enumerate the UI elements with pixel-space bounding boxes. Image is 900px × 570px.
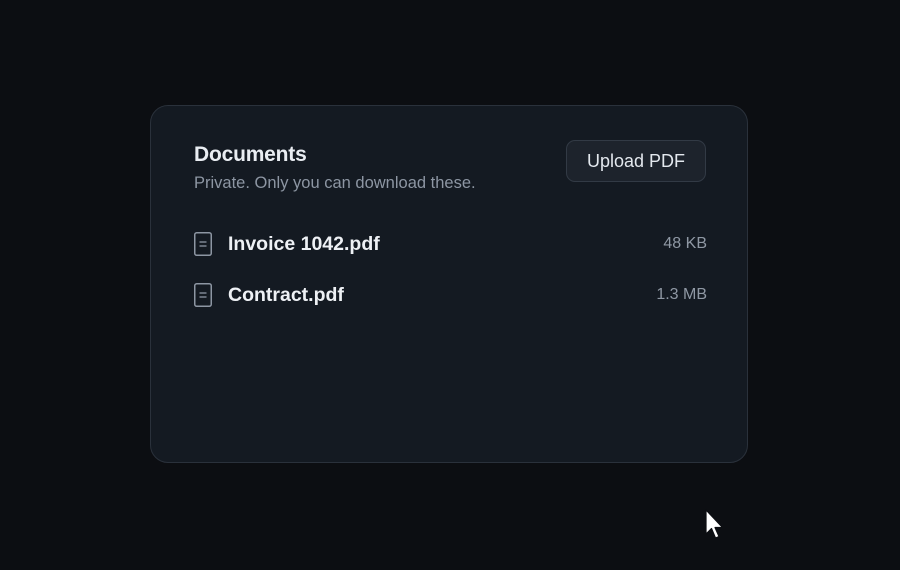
file-row[interactable]: Contract.pdf 1.3 MB xyxy=(194,282,707,308)
file-name: Contract.pdf xyxy=(228,283,344,306)
card-subtitle: Private. Only you can download these. xyxy=(194,174,476,192)
file-icon xyxy=(194,232,212,256)
file-name: Invoice 1042.pdf xyxy=(228,232,380,255)
card-title: Documents xyxy=(194,143,307,166)
file-size: 1.3 MB xyxy=(656,286,707,303)
file-size: 48 KB xyxy=(663,235,707,252)
documents-card: Documents Private. Only you can download… xyxy=(150,105,748,463)
upload-pdf-button[interactable]: Upload PDF xyxy=(566,140,706,182)
file-icon xyxy=(194,283,212,307)
mouse-pointer-icon xyxy=(705,509,724,539)
page: Documents Private. Only you can download… xyxy=(0,0,900,570)
file-row[interactable]: Invoice 1042.pdf 48 KB xyxy=(194,231,707,257)
